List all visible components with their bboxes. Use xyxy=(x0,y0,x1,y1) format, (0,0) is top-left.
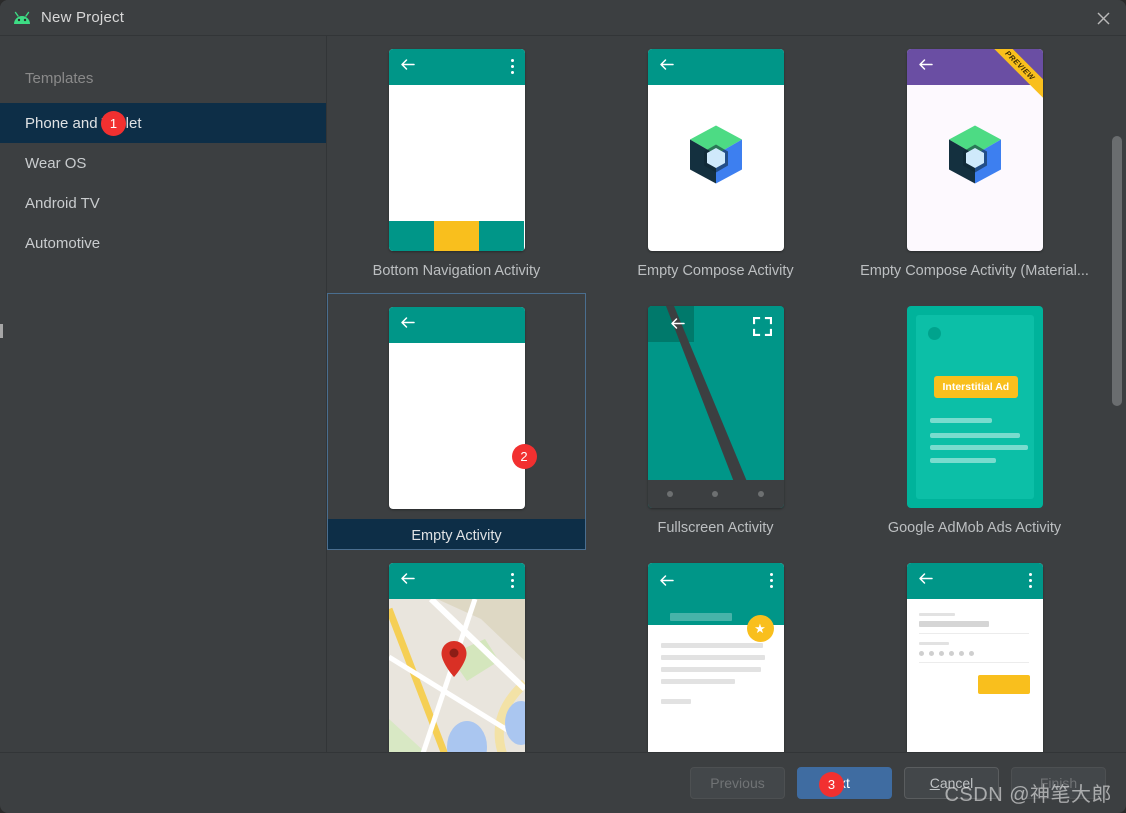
overflow-menu-icon xyxy=(1028,573,1032,591)
back-arrow-icon xyxy=(400,316,415,334)
star-fab-icon: ★ xyxy=(746,615,774,642)
android-robot-icon xyxy=(11,9,33,27)
map-preview xyxy=(388,599,525,752)
scrollbar-thumb[interactable] xyxy=(1112,136,1122,406)
interstitial-ad-chip: Interstitial Ad xyxy=(933,376,1019,398)
template-card-fullscreen-activity[interactable]: Fullscreen Activity xyxy=(586,293,845,550)
step-badge-1: 1 xyxy=(101,111,126,136)
dialog-footer: Previous xt 3 Cancel Finish CSDN @神笔大郎 xyxy=(0,752,1126,813)
sidebar-item-phone-and-tablet[interactable]: Phone and Tablet 1 xyxy=(0,103,326,143)
template-label: Empty Activity xyxy=(328,519,585,549)
sidebar-item-label: Wear OS xyxy=(25,154,87,172)
overflow-menu-icon xyxy=(510,59,514,77)
category-sidebar: Templates Phone and Tablet 1 Wear OS And… xyxy=(0,36,327,752)
overflow-menu-icon xyxy=(510,573,514,591)
cancel-button-label: ancel xyxy=(939,775,974,791)
template-label: Google AdMob Ads Activity xyxy=(887,520,1062,536)
sidebar-header: Templates xyxy=(25,70,94,87)
map-pin-icon xyxy=(441,641,466,677)
jetpack-compose-logo-icon xyxy=(944,124,1006,193)
dialog-body: Templates Phone and Tablet 1 Wear OS And… xyxy=(0,36,1126,752)
template-thumbnail xyxy=(388,563,525,752)
title-bar: New Project xyxy=(0,0,1126,36)
template-card-google-admob-ads-activity[interactable]: Interstitial Ad Google AdMob Ads Activit… xyxy=(845,293,1104,550)
template-thumbnail xyxy=(647,306,784,508)
close-icon[interactable] xyxy=(1080,0,1126,36)
previous-button[interactable]: Previous xyxy=(690,767,785,799)
template-card-empty-compose-activity[interactable]: Empty Compose Activity xyxy=(586,36,845,293)
thumb-appbar xyxy=(388,307,525,343)
login-submit-button-thumb xyxy=(977,675,1030,694)
password-dots-icon xyxy=(918,651,974,656)
sidebar-edge-marker xyxy=(0,324,3,338)
template-thumbnail xyxy=(647,49,784,251)
template-thumbnail xyxy=(388,49,525,251)
thumb-appbar xyxy=(906,563,1043,599)
template-thumbnail: ★ xyxy=(647,563,784,752)
new-project-dialog: New Project Templates Phone and Tablet 1… xyxy=(0,0,1126,813)
thumb-bottom-nav xyxy=(388,221,525,251)
template-card-bottom-navigation-activity[interactable]: Bottom Navigation Activity xyxy=(327,36,586,293)
sidebar-item-automotive[interactable]: Automotive xyxy=(0,223,326,263)
finish-button[interactable]: Finish xyxy=(1011,767,1106,799)
cancel-button[interactable]: Cancel xyxy=(904,767,999,799)
template-thumbnail: PREVIEW xyxy=(906,49,1043,251)
template-label: Empty Compose Activity xyxy=(637,263,794,279)
cancel-mnemonic: C xyxy=(929,775,940,791)
step-badge-2: 2 xyxy=(511,444,537,469)
back-arrow-icon xyxy=(659,58,674,76)
sidebar-item-label: Automotive xyxy=(25,234,101,252)
template-thumbnail: 2 xyxy=(388,307,537,509)
back-arrow-icon xyxy=(670,317,685,335)
overflow-menu-icon xyxy=(769,573,773,591)
template-label: Fullscreen Activity xyxy=(657,520,774,536)
back-arrow-icon xyxy=(918,572,933,590)
jetpack-compose-logo-icon xyxy=(685,124,747,193)
window-title: New Project xyxy=(41,9,125,26)
sidebar-item-android-tv[interactable]: Android TV xyxy=(0,183,326,223)
thumb-appbar xyxy=(388,49,525,85)
thumb-appbar xyxy=(388,563,525,599)
sidebar-item-label: Android TV xyxy=(25,194,100,212)
thumb-appbar xyxy=(647,49,784,85)
back-arrow-icon xyxy=(918,58,933,76)
next-button[interactable]: xt 3 xyxy=(797,767,892,799)
template-label: Bottom Navigation Activity xyxy=(372,263,541,279)
thumb-system-navbar xyxy=(647,480,784,508)
template-card-google-maps-activity[interactable] xyxy=(327,550,586,752)
step-badge-3: 3 xyxy=(819,772,844,797)
template-card-list-detail-activity[interactable]: ★ xyxy=(586,550,845,752)
preview-ribbon-label: PREVIEW xyxy=(988,49,1043,101)
template-thumbnail: Interstitial Ad xyxy=(906,306,1043,508)
sidebar-item-wear-os[interactable]: Wear OS xyxy=(0,143,326,183)
fullscreen-expand-icon xyxy=(752,316,772,341)
search-field-placeholder xyxy=(669,613,732,621)
template-card-empty-compose-activity-material3[interactable]: PREVIEW Empty Compose Activity (Material… xyxy=(845,36,1104,293)
template-card-empty-activity[interactable]: 2 Empty Activity xyxy=(327,293,586,550)
template-card-login-activity[interactable] xyxy=(845,550,1104,752)
status-dot-icon xyxy=(927,327,941,340)
back-arrow-icon xyxy=(400,58,415,76)
vertical-scrollbar[interactable] xyxy=(1112,36,1122,752)
template-label: Empty Compose Activity (Material... xyxy=(860,263,1089,279)
back-arrow-icon xyxy=(400,572,415,590)
template-thumbnail xyxy=(906,563,1043,752)
template-gallery[interactable]: Basic Activity Empty Activity Activity (… xyxy=(327,36,1126,752)
back-arrow-icon xyxy=(659,574,674,592)
preview-ribbon: PREVIEW xyxy=(988,49,1043,103)
